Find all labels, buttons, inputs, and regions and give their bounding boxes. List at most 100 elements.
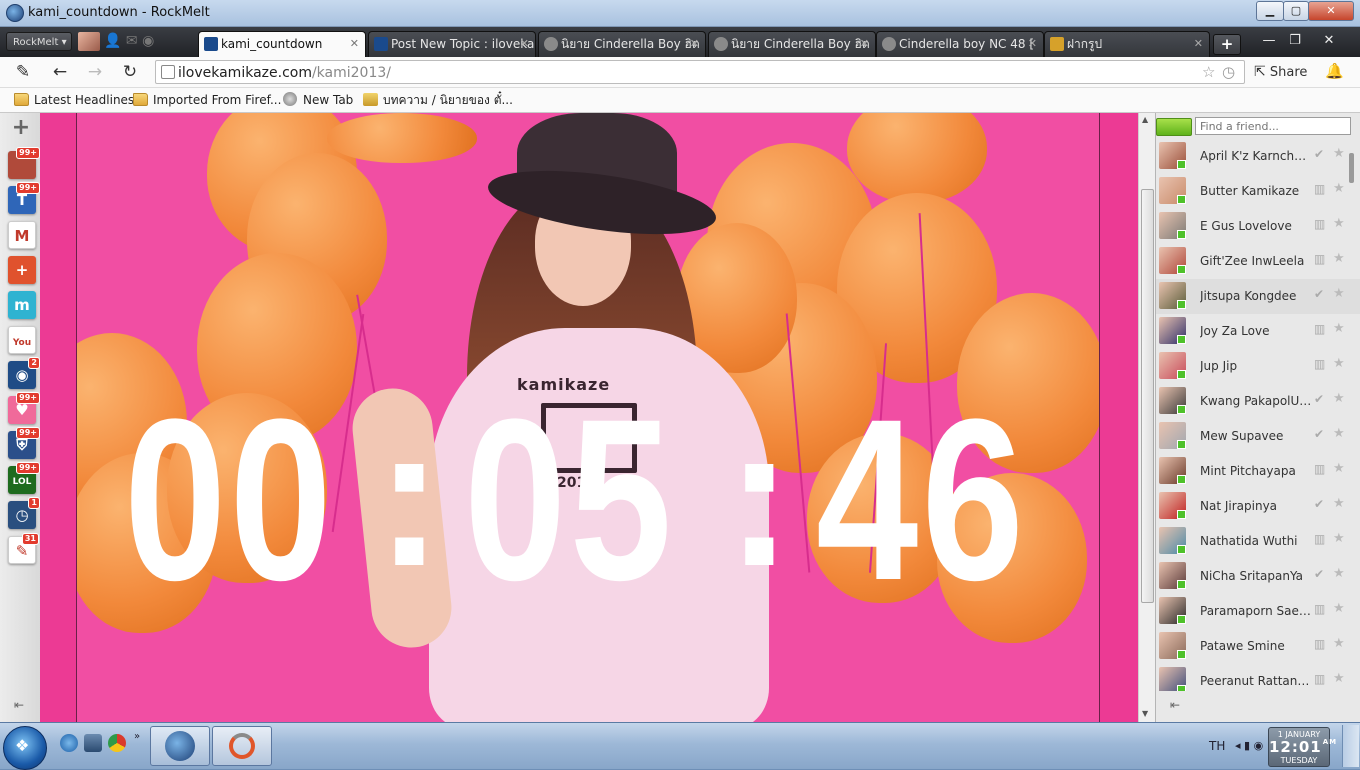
new-tab-button[interactable]: + bbox=[1213, 34, 1241, 55]
address-bar[interactable]: ilovekamikaze.com/kami2013/ ☆ ◷ bbox=[155, 60, 1245, 84]
scroll-down-arrow-icon[interactable]: ▼ bbox=[1142, 709, 1148, 718]
friend-row[interactable]: Nathatida Wuthi ▥ ★ bbox=[1156, 524, 1360, 559]
gmail-app[interactable]: M bbox=[8, 221, 36, 249]
tab-close-icon[interactable]: ✕ bbox=[350, 32, 359, 56]
close-button[interactable]: ✕ bbox=[1308, 1, 1354, 21]
friend-row[interactable]: Mint Pitchayapa ▥ ★ bbox=[1156, 454, 1360, 489]
friend-row[interactable]: Jitsupa Kongdee ✔ ★ bbox=[1156, 279, 1360, 314]
check-icon[interactable]: ✔ bbox=[1314, 427, 1324, 441]
rockmelt-menu-button[interactable]: RockMelt ▾ bbox=[6, 32, 72, 51]
youtube-app[interactable]: You bbox=[8, 326, 36, 354]
bookmark-star-icon[interactable]: ☆ bbox=[1202, 63, 1215, 81]
tabstrip-restore-icon[interactable]: ❐ bbox=[1282, 31, 1308, 51]
social-icons[interactable]: 👤 ✉ ◉ bbox=[104, 32, 164, 51]
tab-close-icon[interactable]: ✕ bbox=[520, 32, 529, 56]
heart-app[interactable]: ♥ 99+ bbox=[8, 392, 40, 424]
scroll-up-arrow-icon[interactable]: ▲ bbox=[1142, 115, 1148, 124]
gift-icon[interactable]: ▥ bbox=[1314, 357, 1325, 371]
check-icon[interactable]: ✔ bbox=[1314, 497, 1324, 511]
tabstrip-minimize-icon[interactable]: — bbox=[1256, 31, 1282, 51]
collapse-left-sidebar-icon[interactable]: ⇤ bbox=[14, 698, 24, 712]
profile-avatar[interactable] bbox=[78, 32, 100, 51]
minimize-button[interactable]: ▁ bbox=[1256, 1, 1284, 21]
taskbar-rockmelt[interactable] bbox=[150, 726, 210, 766]
share-button[interactable]: ⇱ Share bbox=[1254, 62, 1307, 82]
more-quicklaunch-icon[interactable]: » bbox=[134, 731, 140, 742]
favorite-star-icon[interactable]: ★ bbox=[1333, 531, 1345, 546]
friend-row[interactable]: Jup Jip ▥ ★ bbox=[1156, 349, 1360, 384]
tweetdeck-app[interactable]: T 99+ bbox=[8, 182, 40, 214]
gift-icon[interactable]: ▥ bbox=[1314, 322, 1325, 336]
gift-icon[interactable]: ▥ bbox=[1314, 602, 1325, 616]
show-desktop-icon[interactable] bbox=[84, 734, 102, 752]
gift-icon[interactable]: ▥ bbox=[1314, 217, 1325, 231]
add-app-button[interactable]: + bbox=[11, 117, 31, 139]
favorite-star-icon[interactable]: ★ bbox=[1333, 356, 1345, 371]
gift-icon[interactable]: ▥ bbox=[1314, 672, 1325, 686]
bookmark-latest-headlines[interactable]: Latest Headlines bbox=[14, 91, 134, 109]
tab-close-icon[interactable]: ✕ bbox=[690, 32, 699, 56]
tabstrip-close-icon[interactable]: ✕ bbox=[1316, 31, 1342, 51]
shield-app[interactable]: ⛨ 99+ bbox=[8, 427, 40, 459]
photo-app[interactable]: 99+ bbox=[8, 147, 40, 179]
bookmark-imported-from-firefox[interactable]: Imported From Firef... bbox=[133, 91, 281, 109]
friend-row[interactable]: Joy Za Love ▥ ★ bbox=[1156, 314, 1360, 349]
taskbar-app[interactable] bbox=[212, 726, 272, 766]
tab-close-icon[interactable]: ✕ bbox=[1028, 32, 1037, 56]
favorite-star-icon[interactable]: ★ bbox=[1333, 251, 1345, 266]
friend-row[interactable]: Nat Jirapinya ✔ ★ bbox=[1156, 489, 1360, 524]
show-desktop-button[interactable] bbox=[1342, 725, 1359, 767]
favorite-star-icon[interactable]: ★ bbox=[1333, 496, 1345, 511]
gift-icon[interactable]: ▥ bbox=[1314, 252, 1325, 266]
chrome-icon[interactable] bbox=[108, 734, 126, 752]
collapse-right-sidebar-icon[interactable]: ⇤ bbox=[1170, 698, 1180, 712]
favorite-star-icon[interactable]: ★ bbox=[1333, 286, 1345, 301]
friend-row[interactable]: Mew Supavee ✔ ★ bbox=[1156, 419, 1360, 454]
find-friend-input[interactable] bbox=[1195, 117, 1351, 135]
history-clock-icon[interactable]: ◷ bbox=[1222, 63, 1235, 81]
tab-cinderella-boy-1[interactable]: นิยาย Cinderella Boy ฮิต ✕ bbox=[538, 31, 706, 57]
rockmelt-app-icon[interactable] bbox=[6, 4, 24, 22]
tray-icons[interactable]: ◂ ▮ ◉ bbox=[1235, 739, 1263, 752]
internet-explorer-icon[interactable] bbox=[60, 734, 78, 752]
favorite-star-icon[interactable]: ★ bbox=[1333, 601, 1345, 616]
gift-icon[interactable]: ▥ bbox=[1314, 532, 1325, 546]
friend-row[interactable]: Paramaporn Saens... ▥ ★ bbox=[1156, 594, 1360, 629]
favorite-star-icon[interactable]: ★ bbox=[1333, 391, 1345, 406]
reload-button[interactable]: ↻ bbox=[119, 61, 141, 83]
favorite-star-icon[interactable]: ★ bbox=[1333, 636, 1345, 651]
friend-row[interactable]: Patawe Smine ▥ ★ bbox=[1156, 629, 1360, 664]
tab-upload-image[interactable]: ฝากรูป ✕ bbox=[1044, 31, 1210, 57]
favorite-star-icon[interactable]: ★ bbox=[1333, 146, 1345, 161]
notifications-bell-icon[interactable]: 🔔 bbox=[1325, 62, 1344, 80]
favorite-star-icon[interactable]: ★ bbox=[1333, 461, 1345, 476]
bookmark-dek-d-stories[interactable]: บทความ / นิยายของ ตั๋... bbox=[363, 91, 513, 109]
bookmark-new-tab[interactable]: New Tab bbox=[283, 91, 353, 109]
favorite-star-icon[interactable]: ★ bbox=[1333, 216, 1345, 231]
friend-row[interactable]: E Gus Lovelove ▥ ★ bbox=[1156, 209, 1360, 244]
check-icon[interactable]: ✔ bbox=[1314, 392, 1324, 406]
friend-row[interactable]: NiCha SritapanYa ✔ ★ bbox=[1156, 559, 1360, 594]
page-scrollbar[interactable]: ▲ ▼ bbox=[1138, 113, 1155, 722]
lol-app[interactable]: LOL 99+ bbox=[8, 462, 40, 494]
status-dropdown[interactable] bbox=[1156, 118, 1192, 136]
globe-app[interactable]: ◉ 2 bbox=[8, 357, 40, 389]
friend-row[interactable]: Butter Kamikaze ▥ ★ bbox=[1156, 174, 1360, 209]
gift-icon[interactable]: ▥ bbox=[1314, 182, 1325, 196]
tab-kami-countdown[interactable]: kami_countdown ✕ bbox=[198, 31, 366, 57]
tab-post-new-topic[interactable]: Post New Topic : ilovekamikaze ✕ bbox=[368, 31, 536, 57]
friend-row[interactable]: April K'z Karnchan... ✔ ★ bbox=[1156, 139, 1360, 174]
friend-row[interactable]: Kwang PakapolUfo... ✔ ★ bbox=[1156, 384, 1360, 419]
language-indicator[interactable]: TH bbox=[1209, 739, 1225, 753]
gift-icon[interactable]: ▥ bbox=[1314, 462, 1325, 476]
friend-row[interactable]: Gift'Zee InwLeela ▥ ★ bbox=[1156, 244, 1360, 279]
favorite-star-icon[interactable]: ★ bbox=[1333, 671, 1345, 686]
compose-icon[interactable]: ✎ bbox=[12, 61, 34, 83]
check-icon[interactable]: ✔ bbox=[1314, 567, 1324, 581]
favorite-star-icon[interactable]: ★ bbox=[1333, 181, 1345, 196]
gift-icon[interactable]: ▥ bbox=[1314, 637, 1325, 651]
friend-list-scrollbar[interactable] bbox=[1349, 153, 1354, 183]
scrollbar-thumb[interactable] bbox=[1141, 189, 1154, 603]
system-clock[interactable]: 1 JANUARY 12:01AM TUESDAY bbox=[1268, 727, 1336, 767]
back-button[interactable]: ← bbox=[49, 61, 71, 83]
